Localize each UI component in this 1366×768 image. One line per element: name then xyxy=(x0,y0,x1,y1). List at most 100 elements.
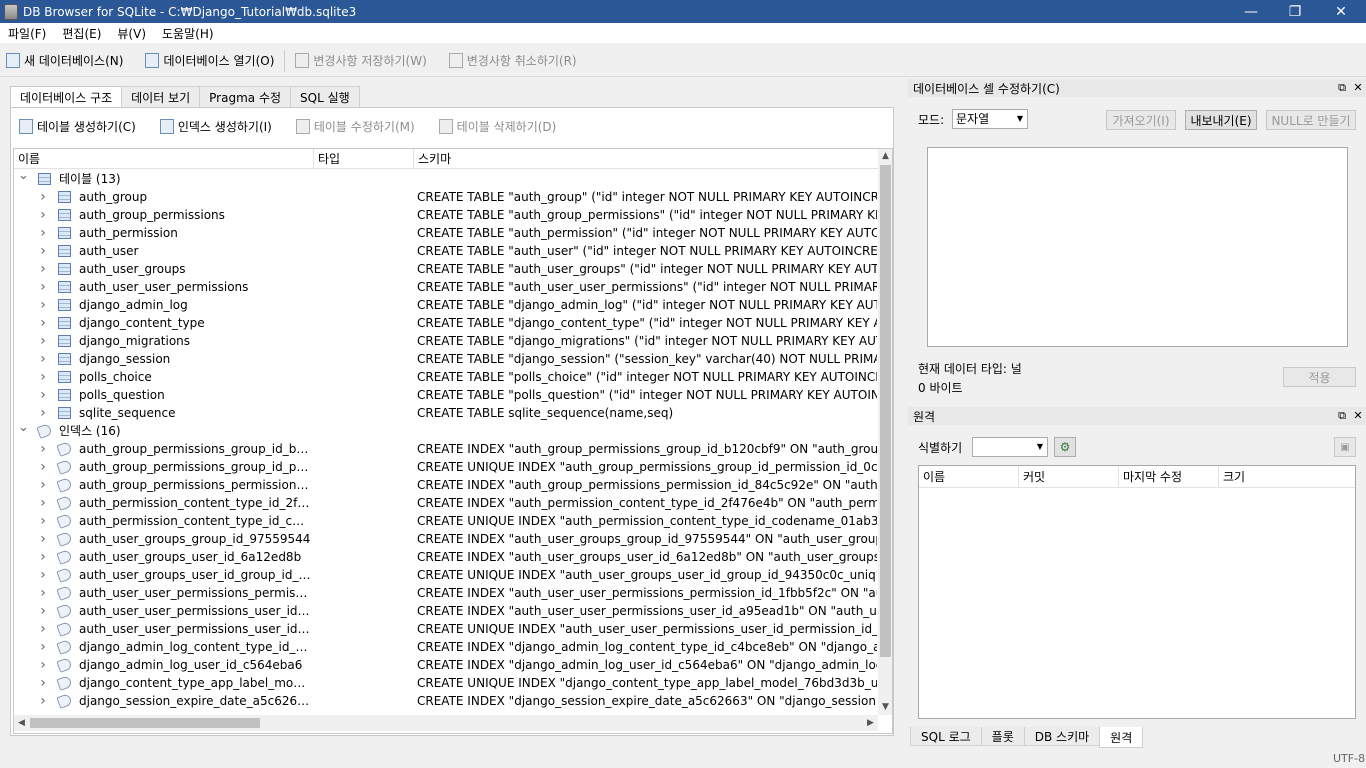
chevron-right-icon[interactable]: › xyxy=(38,602,48,620)
mode-select[interactable]: 문자열 ▼ xyxy=(952,109,1028,129)
tree-group-indexes[interactable]: ⌄ 인덱스 (16) xyxy=(14,421,878,440)
vertical-scroll-thumb[interactable] xyxy=(880,165,891,657)
index-row[interactable]: › auth_user_user_permissions_user_id_perm… xyxy=(14,620,878,638)
column-header-schema[interactable]: 스키마 xyxy=(414,149,878,169)
vertical-scrollbar[interactable]: ▲ ▼ xyxy=(878,149,892,715)
table-row[interactable]: › auth_user_user_permissions CREATE TABLE … xyxy=(14,278,878,296)
write-changes-button[interactable]: 변경사항 저장하기(W) xyxy=(295,52,427,69)
apply-button[interactable]: 적용 xyxy=(1283,367,1356,387)
revert-changes-button[interactable]: 변경사항 취소하기(R) xyxy=(448,52,577,69)
minimize-button[interactable]: — xyxy=(1228,0,1274,23)
chevron-right-icon[interactable]: › xyxy=(38,404,48,422)
chevron-down-icon[interactable]: ⌄ xyxy=(18,421,29,434)
remote-close-icon[interactable]: ✕ xyxy=(1352,407,1364,425)
table-row[interactable]: › polls_choice CREATE TABLE "polls_choice"… xyxy=(14,368,878,386)
chevron-right-icon[interactable]: › xyxy=(38,620,48,638)
table-row[interactable]: › polls_question CREATE TABLE "polls_quest… xyxy=(14,386,878,404)
chevron-right-icon[interactable]: › xyxy=(38,494,48,512)
chevron-right-icon[interactable]: › xyxy=(38,512,48,530)
set-null-button[interactable]: NULL로 만들기 xyxy=(1266,110,1356,130)
chevron-right-icon[interactable]: › xyxy=(38,530,48,548)
index-row[interactable]: › auth_group_permissions_group_id_b120c..… xyxy=(14,440,878,458)
remote-undock-icon[interactable]: ⧉ xyxy=(1336,407,1348,425)
chevron-down-icon[interactable]: ⌄ xyxy=(18,170,29,182)
chevron-right-icon[interactable]: › xyxy=(38,206,48,224)
tree-group-tables[interactable]: ⌄ 테이블 (13) xyxy=(14,170,878,188)
chevron-right-icon[interactable]: › xyxy=(38,674,48,692)
scroll-up-icon[interactable]: ▲ xyxy=(878,149,892,164)
dock-close-icon[interactable]: ✕ xyxy=(1352,79,1364,97)
remote-column-name[interactable]: 이름 xyxy=(919,466,1019,488)
column-header-type[interactable]: 타입 xyxy=(314,149,414,169)
tab-database-structure[interactable]: 데이터베이스 구조 xyxy=(10,86,123,108)
scroll-right-icon[interactable]: ▶ xyxy=(863,715,878,731)
identity-settings-button[interactable]: ⚙ xyxy=(1054,437,1076,457)
new-database-button[interactable]: 새 데이터베이스(N) xyxy=(6,52,123,69)
maximize-button[interactable]: ❐ xyxy=(1272,0,1318,23)
open-database-button[interactable]: 데이터베이스 열기(O) xyxy=(145,52,274,69)
index-row[interactable]: › django_content_type_app_label_model_7..… xyxy=(14,674,878,692)
index-row[interactable]: › django_session_expire_date_a5c62663 CREA… xyxy=(14,692,878,710)
undock-icon[interactable]: ⧉ xyxy=(1336,79,1348,97)
index-row[interactable]: › django_admin_log_user_id_c564eba6 CREATE… xyxy=(14,656,878,674)
index-row[interactable]: › django_admin_log_content_type_id_c4bc..… xyxy=(14,638,878,656)
tab-browse-data[interactable]: 데이터 보기 xyxy=(121,86,201,107)
chevron-right-icon[interactable]: › xyxy=(38,296,48,314)
chevron-right-icon[interactable]: › xyxy=(38,692,48,710)
chevron-right-icon[interactable]: › xyxy=(38,548,48,566)
chevron-right-icon[interactable]: › xyxy=(38,458,48,476)
tab-sql-log[interactable]: SQL 로그 xyxy=(910,727,982,746)
table-row[interactable]: › auth_group_permissions CREATE TABLE "aut… xyxy=(14,206,878,224)
remote-push-button[interactable]: ▣ xyxy=(1334,437,1356,457)
table-row[interactable]: › auth_permission CREATE TABLE "auth_permi… xyxy=(14,224,878,242)
chevron-right-icon[interactable]: › xyxy=(38,350,48,368)
tab-remote[interactable]: 원격 xyxy=(1099,727,1144,748)
table-row[interactable]: › auth_user CREATE TABLE "auth_user" ("id"… xyxy=(14,242,878,260)
close-button[interactable]: ✕ xyxy=(1318,0,1364,23)
remote-column-last-modified[interactable]: 마지막 수정 xyxy=(1119,466,1219,488)
modify-table-button[interactable]: 테이블 수정하기(M) xyxy=(295,118,415,135)
chevron-right-icon[interactable]: › xyxy=(38,278,48,296)
chevron-right-icon[interactable]: › xyxy=(38,314,48,332)
import-button[interactable]: 가져오기(I) xyxy=(1106,110,1176,130)
index-row[interactable]: › auth_group_permissions_permission_id_8.… xyxy=(14,476,878,494)
tab-edit-pragmas[interactable]: Pragma 수정 xyxy=(199,86,292,107)
chevron-right-icon[interactable]: › xyxy=(38,332,48,350)
chevron-right-icon[interactable]: › xyxy=(38,584,48,602)
index-row[interactable]: › auth_permission_content_type_id_2f476e.… xyxy=(14,494,878,512)
menu-edit[interactable]: 편집(E) xyxy=(54,25,109,42)
export-button[interactable]: 내보내기(E) xyxy=(1185,110,1257,130)
table-row[interactable]: › auth_user_groups CREATE TABLE "auth_user… xyxy=(14,260,878,278)
index-row[interactable]: › auth_user_groups_user_id_group_id_9435.… xyxy=(14,566,878,584)
chevron-right-icon[interactable]: › xyxy=(38,242,48,260)
table-row[interactable]: › auth_group CREATE TABLE "auth_group" ("i… xyxy=(14,188,878,206)
identity-select[interactable]: ▼ xyxy=(972,437,1048,457)
scroll-left-icon[interactable]: ◀ xyxy=(14,715,29,731)
cell-editor[interactable] xyxy=(927,147,1348,347)
create-index-button[interactable]: 인덱스 생성하기(I) xyxy=(159,118,272,135)
tab-plot[interactable]: 플롯 xyxy=(980,727,1025,746)
index-row[interactable]: › auth_user_groups_user_id_6a12ed8b CREATE… xyxy=(14,548,878,566)
chevron-right-icon[interactable]: › xyxy=(38,260,48,278)
table-row[interactable]: › sqlite_sequence CREATE TABLE sqlite_sequ… xyxy=(14,404,878,422)
chevron-right-icon[interactable]: › xyxy=(38,566,48,584)
index-row[interactable]: › auth_group_permissions_group_id_permis.… xyxy=(14,458,878,476)
scroll-down-icon[interactable]: ▼ xyxy=(878,700,892,715)
column-header-name[interactable]: 이름 xyxy=(14,149,314,169)
remote-file-table[interactable]: 이름 커밋 마지막 수정 크기 xyxy=(918,465,1356,719)
chevron-right-icon[interactable]: › xyxy=(38,656,48,674)
chevron-right-icon[interactable]: › xyxy=(38,368,48,386)
chevron-right-icon[interactable]: › xyxy=(38,476,48,494)
tab-db-schema[interactable]: DB 스키마 xyxy=(1023,727,1101,746)
table-row[interactable]: › django_session CREATE TABLE "django_sess… xyxy=(14,350,878,368)
index-row[interactable]: › auth_user_groups_group_id_97559544 CREAT… xyxy=(14,530,878,548)
delete-table-button[interactable]: 테이블 삭제하기(D) xyxy=(438,118,556,135)
chevron-right-icon[interactable]: › xyxy=(38,638,48,656)
table-row[interactable]: › django_migrations CREATE TABLE "django_m… xyxy=(14,332,878,350)
remote-column-size[interactable]: 크기 xyxy=(1219,466,1355,488)
menu-view[interactable]: 뷰(V) xyxy=(109,25,154,42)
tab-execute-sql[interactable]: SQL 실행 xyxy=(290,86,360,107)
menu-help[interactable]: 도움말(H) xyxy=(154,25,222,42)
index-row[interactable]: › auth_user_user_permissions_permission_i… xyxy=(14,584,878,602)
index-row[interactable]: › auth_permission_content_type_id_codena.… xyxy=(14,512,878,530)
